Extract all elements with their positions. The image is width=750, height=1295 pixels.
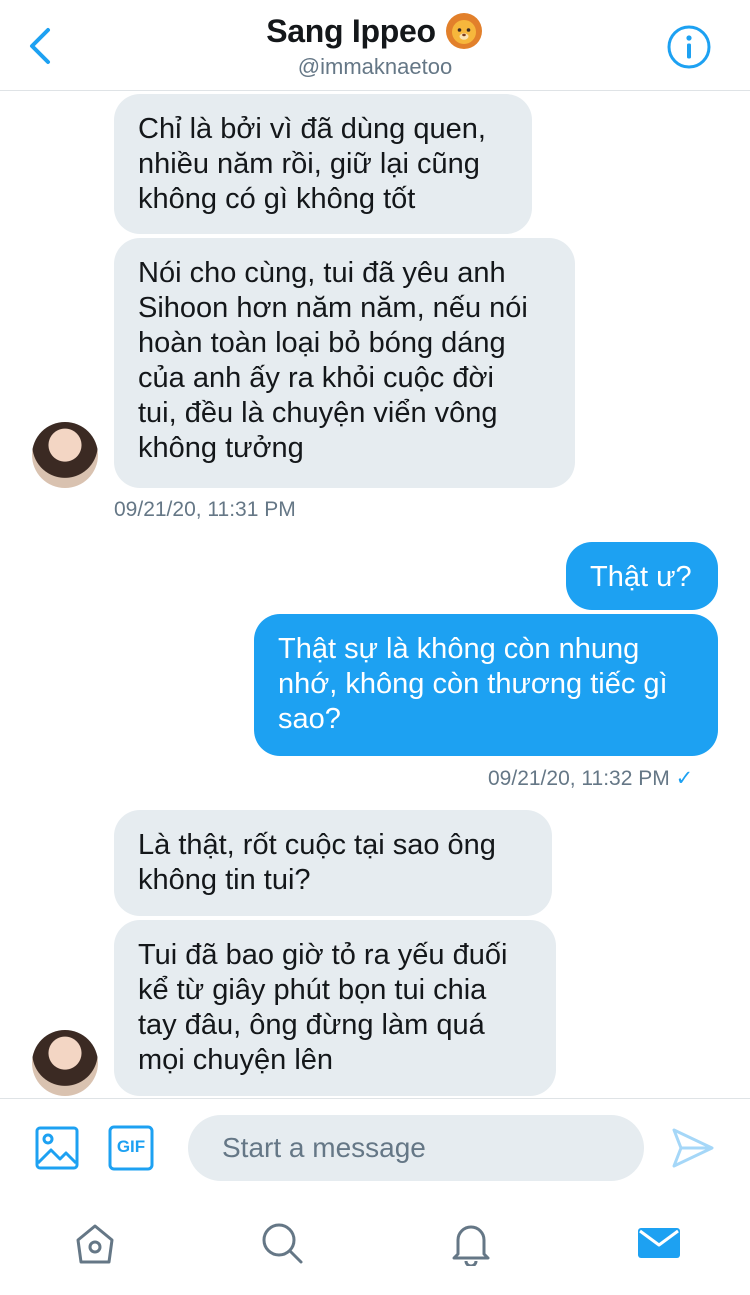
tab-search[interactable] — [259, 1220, 305, 1271]
tab-home[interactable] — [72, 1220, 118, 1271]
gif-button[interactable]: GIF — [108, 1125, 154, 1171]
incoming-message-bubble[interactable]: Là thật, rốt cuộc tại sao ông không tin … — [114, 810, 552, 916]
conversation-title: Sang Ippeo — [266, 10, 483, 52]
conversation-title-block[interactable]: Sang Ippeo @immaknaetoo — [0, 10, 750, 80]
bell-icon — [452, 1225, 490, 1268]
incoming-message-bubble[interactable]: Tui đã bao giờ tỏ ra yếu đuối kể từ giây… — [114, 920, 556, 1096]
contact-avatar[interactable] — [32, 1030, 98, 1096]
read-receipt-check-icon: ✓ — [675, 767, 694, 790]
outgoing-message-bubble[interactable]: Thật ư? — [566, 542, 718, 610]
search-icon — [262, 1223, 303, 1264]
tab-notifications[interactable] — [448, 1220, 494, 1271]
image-icon — [35, 1126, 79, 1170]
contact-handle: @immaknaetoo — [297, 54, 453, 79]
home-icon — [76, 1224, 114, 1264]
outgoing-message-bubble[interactable]: Thật sự là không còn nhung nhớ, không cò… — [254, 614, 718, 756]
info-icon — [667, 25, 711, 69]
conversation-header: Sang Ippeo @immaknaetoo — [0, 0, 750, 91]
send-button[interactable] — [670, 1125, 716, 1176]
contact-name: Sang Ippeo — [266, 12, 436, 49]
message-composer: GIF Start a message — [0, 1098, 750, 1199]
message-timestamp-with-receipt: 09/21/20, 11:32 PM ✓ — [488, 766, 693, 791]
incoming-message-bubble[interactable]: Chỉ là bởi vì đã dùng quen, nhiều năm rồ… — [114, 94, 532, 234]
send-icon — [672, 1128, 714, 1168]
info-button[interactable] — [666, 24, 712, 70]
gif-label: GIF — [116, 1137, 146, 1156]
lion-emoji-icon — [445, 13, 482, 49]
media-button[interactable] — [34, 1125, 80, 1176]
tab-messages[interactable] — [636, 1220, 682, 1271]
timestamp-text: 09/21/20, 11:32 PM — [488, 767, 670, 790]
bottom-tab-bar — [0, 1198, 750, 1295]
contact-avatar[interactable] — [32, 422, 98, 488]
message-input[interactable]: Start a message — [188, 1115, 644, 1181]
message-timestamp: 09/21/20, 11:31 PM — [114, 498, 296, 521]
envelope-icon — [638, 1228, 680, 1258]
incoming-message-bubble[interactable]: Nói cho cùng, tui đã yêu anh Sihoon hơn … — [114, 238, 575, 488]
